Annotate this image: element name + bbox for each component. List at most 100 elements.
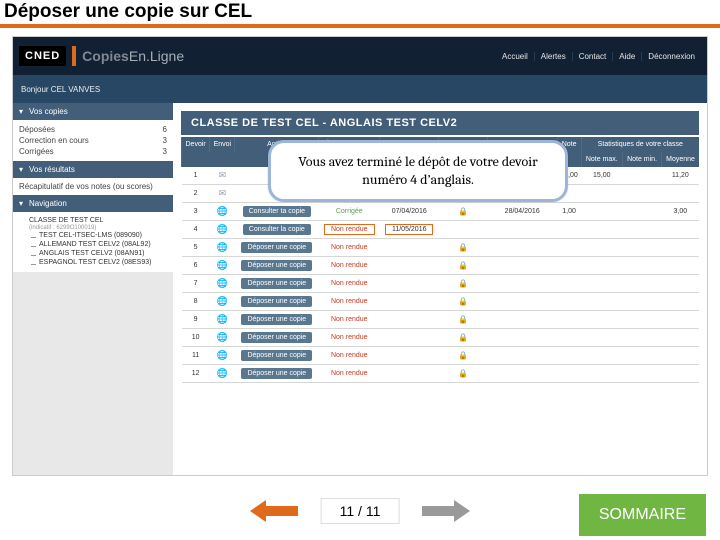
- globe-icon: 🌐: [217, 278, 228, 288]
- date-depot-cell: [380, 311, 439, 329]
- date-depot-cell: 07/04/2016: [380, 203, 439, 221]
- lock-icon: 🔒: [458, 315, 468, 324]
- etat-cell: Non rendue: [319, 257, 380, 275]
- globe-icon: 🌐: [217, 350, 228, 360]
- sidebar-results-header[interactable]: ▾Vos résultats: [13, 161, 173, 178]
- table-row: 10 🌐 Déposer une copie Non rendue 🔒: [182, 329, 700, 347]
- etat-cell: Non rendue: [319, 221, 380, 239]
- mail-icon: ✉: [219, 170, 227, 180]
- action-button[interactable]: Déposer une copie: [241, 278, 312, 289]
- logo-cned: CNED: [19, 46, 66, 66]
- nav-contact[interactable]: Contact: [572, 52, 613, 61]
- globe-icon: 🌐: [217, 260, 228, 270]
- table-row: 6 🌐 Déposer une copie Non rendue 🔒: [182, 257, 700, 275]
- page-title: Déposer une copie sur CEL: [4, 1, 252, 23]
- nav-child[interactable]: ESPAGNOL TEST CELV2 (08ES93): [29, 258, 167, 267]
- completion-callout: Vous avez terminé le dépôt de votre devo…: [268, 140, 568, 202]
- etat-cell: Non rendue: [319, 275, 380, 293]
- nav-alertes[interactable]: Alertes: [534, 52, 572, 61]
- lock-icon: 🔒: [458, 243, 468, 252]
- nav-child[interactable]: ALLEMAND TEST CELV2 (08AL92): [29, 240, 167, 249]
- etat-cell: Non rendue: [319, 239, 380, 257]
- table-row: 3 🌐 Consulter ta copie Corrigée 07/04/20…: [182, 203, 700, 221]
- logo-stripe: [72, 46, 76, 66]
- sidebar-item-label[interactable]: Récapitulatif de vos notes (ou scores): [19, 182, 153, 191]
- action-button[interactable]: Déposer une copie: [241, 296, 312, 307]
- etat-cell: Non rendue: [319, 293, 380, 311]
- class-title: CLASSE DE TEST CEL - ANGLAIS TEST CELV2: [181, 111, 699, 135]
- chevron-down-icon: ▾: [19, 165, 23, 174]
- action-button[interactable]: Déposer une copie: [241, 260, 312, 271]
- globe-icon: 🌐: [217, 332, 228, 342]
- table-row: 4 🌐 Consulter la copie Non rendue 11/05/…: [182, 221, 700, 239]
- table-row: 5 🌐 Déposer une copie Non rendue 🔒: [182, 239, 700, 257]
- chevron-down-icon: ▾: [19, 199, 23, 208]
- date-depot-cell: 11/05/2016: [380, 221, 439, 239]
- nav-child[interactable]: ANGLAIS TEST CELV2 (08AN91): [29, 249, 167, 258]
- chevron-down-icon: ▾: [19, 107, 23, 116]
- action-button[interactable]: Déposer une copie: [241, 332, 312, 343]
- sidebar-nav-header[interactable]: ▾Navigation: [13, 195, 173, 212]
- action-button[interactable]: Déposer une copie: [241, 242, 312, 253]
- action-button[interactable]: Déposer une copie: [241, 350, 312, 361]
- lock-icon: 🔒: [458, 369, 468, 378]
- nav-child[interactable]: TEST CEL-ITSEC-LMS (089090): [29, 231, 167, 240]
- slide-footer: 11 / 11 SOMMAIRE: [0, 486, 720, 536]
- table-row: 11 🌐 Déposer une copie Non rendue 🔒: [182, 347, 700, 365]
- next-arrow[interactable]: [422, 500, 470, 522]
- action-button[interactable]: Consulter la copie: [243, 224, 311, 235]
- mail-icon: ✉: [219, 188, 227, 198]
- date-depot-cell: [380, 347, 439, 365]
- callout-line: numéro 4 d’anglais.: [362, 171, 474, 188]
- date-depot-cell: [380, 239, 439, 257]
- table-row: 9 🌐 Déposer une copie Non rendue 🔒: [182, 311, 700, 329]
- etat-cell: Corrigée: [319, 203, 380, 221]
- lock-icon: 🔒: [458, 261, 468, 270]
- sommaire-button[interactable]: SOMMAIRE: [579, 494, 706, 536]
- date-depot-cell: [380, 257, 439, 275]
- globe-icon: 🌐: [217, 368, 228, 378]
- sidebar-item-label: Déposées: [19, 125, 55, 134]
- globe-icon: 🌐: [217, 242, 228, 252]
- table-row: 12 🌐 Déposer une copie Non rendue 🔒: [182, 365, 700, 383]
- action-button[interactable]: Déposer une copie: [241, 314, 312, 325]
- topnav: Accueil Alertes Contact Aide Déconnexion: [496, 52, 701, 61]
- page-indicator: 11 / 11: [321, 498, 400, 524]
- date-depot-cell: [380, 365, 439, 383]
- th-moy: Moyenne: [662, 152, 699, 167]
- action-button[interactable]: Déposer une copie: [241, 368, 312, 379]
- sidebar-item-label: Corrigées: [19, 147, 54, 156]
- action-button[interactable]: Consulter ta copie: [243, 206, 311, 217]
- sidebar-item-label: Correction en cours: [19, 136, 89, 145]
- sidebar-results-body: Récapitulatif de vos notes (ou scores): [13, 178, 173, 195]
- sidebar: ▾Vos copies Déposées6 Correction en cour…: [13, 103, 173, 475]
- date-depot-cell: [380, 329, 439, 347]
- date-depot-cell: [380, 293, 439, 311]
- nav-aide[interactable]: Aide: [612, 52, 641, 61]
- sidebar-copies-header[interactable]: ▾Vos copies: [13, 103, 173, 120]
- etat-cell: Non rendue: [319, 329, 380, 347]
- callout-line: Vous avez terminé le dépôt de votre devo…: [298, 153, 537, 170]
- nav-accueil[interactable]: Accueil: [496, 52, 534, 61]
- lock-icon: 🔒: [458, 207, 468, 216]
- logo-copies: CopiesEn.Ligne: [82, 48, 184, 64]
- globe-icon: 🌐: [217, 296, 228, 306]
- nav-deconnexion[interactable]: Déconnexion: [641, 52, 701, 61]
- globe-icon: 🌐: [217, 206, 228, 216]
- date-depot-cell: [380, 275, 439, 293]
- th-envoi: Envoi: [210, 137, 235, 152]
- app-screenshot: CNED CopiesEn.Ligne Accueil Alertes Cont…: [12, 36, 708, 476]
- lock-icon: 🔒: [458, 351, 468, 360]
- th-stats: Statistiques de votre classe: [581, 137, 699, 152]
- etat-cell: Non rendue: [319, 365, 380, 383]
- nav-tree: CLASSE DE TEST CEL (indicatif : 6299O100…: [13, 212, 173, 272]
- etat-cell: Non rendue: [319, 347, 380, 365]
- etat-cell: Non rendue: [319, 311, 380, 329]
- welcome-bar: Bonjour CEL VANVES: [13, 75, 707, 103]
- nav-root[interactable]: CLASSE DE TEST CEL (indicatif : 6299O100…: [19, 216, 167, 268]
- sidebar-copies-body: Déposées6 Correction en cours3 Corrigées…: [13, 120, 173, 161]
- page-title-bar: Déposer une copie sur CEL: [0, 0, 720, 28]
- globe-icon: 🌐: [217, 314, 228, 324]
- prev-arrow[interactable]: [250, 500, 298, 522]
- th-notemax: Note max.: [581, 152, 622, 167]
